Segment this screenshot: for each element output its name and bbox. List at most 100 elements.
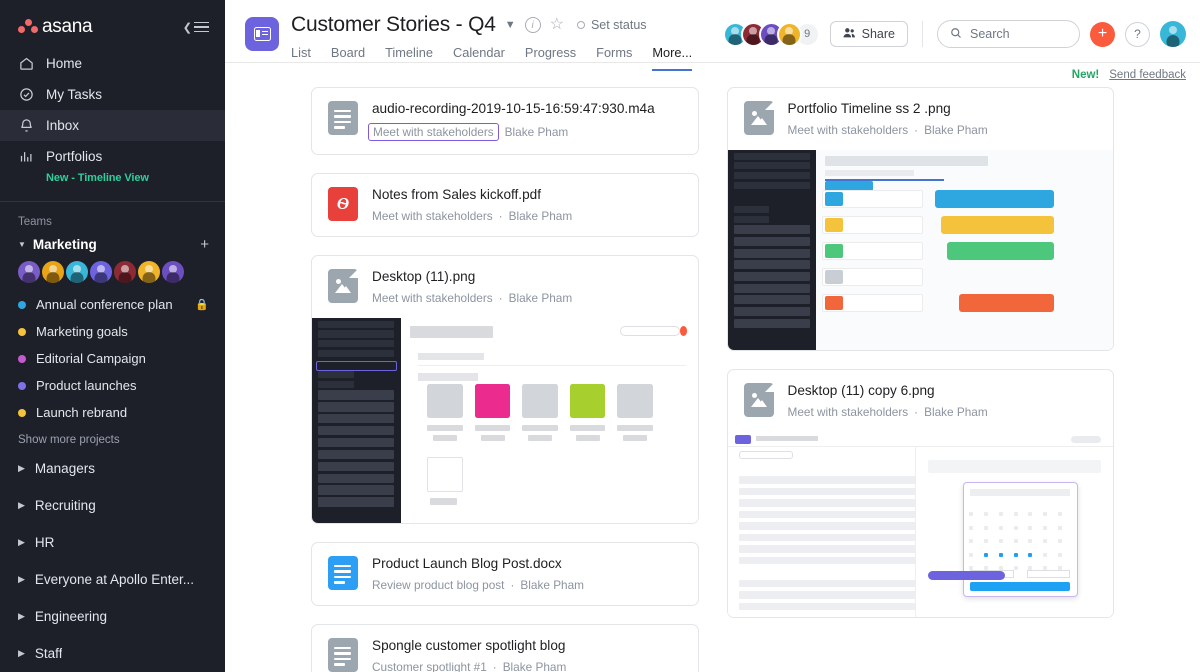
teams-section-label: Teams xyxy=(18,216,52,228)
caret-right-icon: ▶ xyxy=(18,574,25,584)
asana-logo[interactable]: asana xyxy=(18,16,93,38)
team-marketing-header[interactable]: ▼ Marketing + xyxy=(0,234,225,255)
share-button[interactable]: Share xyxy=(829,21,908,47)
sidebar-item-home[interactable]: Home xyxy=(0,48,225,79)
team-member-avatars xyxy=(0,255,225,291)
asana-app: asana ❮ Home My Tasks Inbox Portfolios N… xyxy=(0,0,1200,672)
project-color-dot xyxy=(18,381,26,390)
file-card[interactable]: Spongle customer spotlight blog Customer … xyxy=(311,624,699,672)
project-label: Editorial Campaign xyxy=(36,351,146,366)
lock-icon: 🔒 xyxy=(195,299,209,311)
member-avatar-stack[interactable]: 9 xyxy=(722,21,820,47)
avatar[interactable] xyxy=(18,261,40,283)
project-label: Product launches xyxy=(36,378,137,393)
preview-christmas-campaign xyxy=(727,432,1113,617)
file-separator: · xyxy=(498,291,503,305)
avatar[interactable] xyxy=(90,261,112,283)
file-preview-thumbnail[interactable] xyxy=(312,318,698,523)
sidebar-project-launch-rebrand[interactable]: Launch rebrand xyxy=(0,399,225,426)
caret-down-icon: ▼ xyxy=(18,240,26,249)
file-task-label[interactable]: Meet with stakeholders xyxy=(788,405,909,419)
page-title: Customer Stories - Q4 xyxy=(291,13,496,36)
file-preview-thumbnail[interactable] xyxy=(727,150,1113,350)
sidebar: asana ❮ Home My Tasks Inbox Portfolios N… xyxy=(0,0,225,672)
file-author-label: Blake Pham xyxy=(504,125,569,139)
caret-right-icon: ▶ xyxy=(18,500,25,510)
file-author-label: Blake Pham xyxy=(502,660,567,672)
avatar[interactable] xyxy=(66,261,88,283)
document-file-icon xyxy=(328,101,358,135)
search-input[interactable]: Search xyxy=(937,20,1080,48)
file-task-label[interactable]: Meet with stakeholders xyxy=(372,291,493,305)
file-task-label[interactable]: Meet with stakeholders xyxy=(368,123,499,141)
status-dot-icon xyxy=(576,21,585,29)
sidebar-item-inbox[interactable]: Inbox xyxy=(0,110,225,141)
info-icon[interactable]: i xyxy=(524,17,541,33)
file-name-label: Portfolio Timeline ss 2 .png xyxy=(787,101,951,116)
file-card[interactable]: Product Launch Blog Post.docx Review prod… xyxy=(311,542,699,606)
file-task-label[interactable]: Meet with stakeholders xyxy=(788,123,909,137)
sidebar-project-annual-conference-plan[interactable]: Annual conference plan 🔒 xyxy=(0,291,225,318)
file-separator: · xyxy=(914,405,919,419)
project-label: Annual conference plan xyxy=(36,297,173,312)
file-author-label: Blake Pham xyxy=(508,209,573,223)
sidebar-team-managers[interactable]: ▶ Managers xyxy=(0,450,225,487)
preview-portfolios-workload xyxy=(312,318,698,523)
file-name-label: audio-recording-2019-10-15-16:59:47:930.… xyxy=(372,101,655,116)
sidebar-team-recruiting[interactable]: ▶ Recruiting xyxy=(0,487,225,524)
sidebar-project-marketing-goals[interactable]: Marketing goals xyxy=(0,318,225,345)
file-separator: · xyxy=(914,123,919,137)
avatar[interactable] xyxy=(1160,21,1186,47)
sidebar-item-label: Inbox xyxy=(46,118,80,133)
project-color-dot xyxy=(18,300,26,309)
avatar[interactable] xyxy=(776,21,802,47)
file-separator: · xyxy=(498,209,503,223)
add-button[interactable]: + xyxy=(1090,21,1115,47)
project-color-dot xyxy=(18,327,26,336)
set-status-button[interactable]: Set status xyxy=(576,18,647,32)
sidebar-item-my-tasks[interactable]: My Tasks xyxy=(0,79,225,110)
team-label: Engineering xyxy=(34,609,107,624)
file-name-label: Desktop (11).png xyxy=(372,269,476,284)
send-feedback-link[interactable]: Send feedback xyxy=(1109,69,1186,81)
file-preview-thumbnail[interactable] xyxy=(727,432,1113,617)
project-board-icon xyxy=(245,17,279,51)
files-column-right: Portfolio Timeline ss 2 .png Meet with st… xyxy=(726,87,1114,672)
file-name-label: Product Launch Blog Post.docx xyxy=(372,556,562,571)
collapse-sidebar-icon[interactable]: ❮ xyxy=(183,21,209,34)
file-card[interactable]: Desktop (11).png Meet with stakeholders · B… xyxy=(311,255,699,524)
sidebar-item-label: Portfolios xyxy=(46,149,103,164)
asana-logo-text: asana xyxy=(42,16,93,37)
avatar[interactable] xyxy=(138,261,160,283)
avatar[interactable] xyxy=(42,261,64,283)
sidebar-team-engineering[interactable]: ▶ Engineering xyxy=(0,598,225,635)
plus-icon[interactable]: + xyxy=(200,237,209,252)
chevron-down-icon[interactable]: ▼ xyxy=(505,19,516,31)
sidebar-team-everyone-at-apollo-enter-[interactable]: ▶ Everyone at Apollo Enter... xyxy=(0,561,225,598)
file-card[interactable]: Ѳ Notes from Sales kickoff.pdf Meet with s… xyxy=(311,173,699,237)
files-column-left: audio-recording-2019-10-15-16:59:47:930.… xyxy=(311,87,699,672)
sidebar-header: asana ❮ xyxy=(0,0,225,48)
image-file-icon xyxy=(743,101,774,135)
file-task-label[interactable]: Meet with stakeholders xyxy=(372,209,493,223)
sidebar-project-product-launches[interactable]: Product launches xyxy=(0,372,225,399)
avatar[interactable] xyxy=(162,261,184,283)
star-icon[interactable]: ☆ xyxy=(550,17,564,33)
share-label: Share xyxy=(861,27,895,41)
file-card[interactable]: Desktop (11) copy 6.png Meet with stakeho… xyxy=(726,369,1114,618)
portfolios-new-label: New - Timeline View xyxy=(46,172,149,184)
file-task-label[interactable]: Review product blog post xyxy=(372,578,504,592)
caret-right-icon: ▶ xyxy=(18,463,25,473)
file-name-label: Desktop (11) copy 6.png xyxy=(787,383,935,398)
file-card[interactable]: Portfolio Timeline ss 2 .png Meet with st… xyxy=(726,87,1114,351)
files-board: audio-recording-2019-10-15-16:59:47:930.… xyxy=(225,83,1200,672)
sidebar-team-hr[interactable]: ▶ HR xyxy=(0,524,225,561)
file-task-label[interactable]: Customer spotlight #1 xyxy=(372,660,487,672)
file-card[interactable]: audio-recording-2019-10-15-16:59:47:930.… xyxy=(311,87,699,155)
sidebar-item-portfolios[interactable]: Portfolios xyxy=(0,141,225,172)
show-more-projects-link[interactable]: Show more projects xyxy=(0,426,225,450)
avatar[interactable] xyxy=(114,261,136,283)
sidebar-team-staff[interactable]: ▶ Staff xyxy=(0,635,225,672)
sidebar-project-editorial-campaign[interactable]: Editorial Campaign xyxy=(0,345,225,372)
help-button[interactable]: ? xyxy=(1125,21,1150,47)
